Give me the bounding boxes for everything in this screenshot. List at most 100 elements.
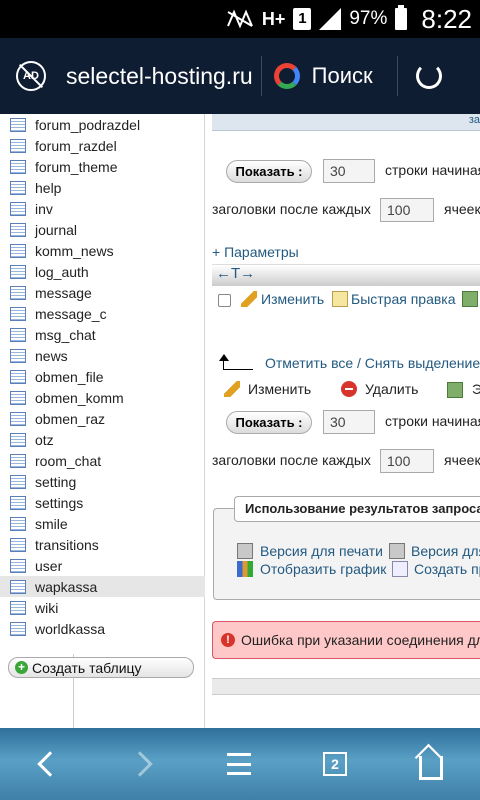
table-icon[interactable]	[10, 138, 26, 153]
home-button[interactable]	[391, 728, 471, 800]
table-icon[interactable]	[10, 117, 26, 132]
table-name[interactable]: wiki	[35, 600, 58, 616]
sidebar-table-log-auth[interactable]: log_auth	[0, 261, 205, 282]
headers-count-input-bottom[interactable]: 100	[380, 449, 434, 473]
sidebar-table-help[interactable]: help	[0, 177, 205, 198]
table-icon[interactable]	[10, 201, 26, 216]
table-icon[interactable]	[10, 390, 26, 405]
reload-icon[interactable]	[415, 63, 442, 89]
sidebar-table-setting[interactable]: setting	[0, 471, 205, 492]
tabs-button[interactable]: 2	[295, 728, 375, 800]
sidebar-table-inv[interactable]: inv	[0, 198, 205, 219]
table-icon[interactable]	[10, 264, 26, 279]
print-version-full-link[interactable]: Версия для	[411, 543, 480, 559]
sidebar-table-forum-theme[interactable]: forum_theme	[0, 156, 205, 177]
table-name[interactable]: forum_razdel	[35, 138, 117, 154]
sidebar-table-otz[interactable]: otz	[0, 429, 205, 450]
table-name[interactable]: setting	[35, 474, 76, 490]
table-name[interactable]: inv	[35, 201, 53, 217]
table-name[interactable]: transitions	[35, 537, 99, 553]
table-name[interactable]: help	[35, 180, 61, 196]
table-name[interactable]: log_auth	[35, 264, 89, 280]
copy-icon[interactable]	[462, 291, 478, 307]
search-field[interactable]: Поиск	[312, 63, 373, 89]
table-icon[interactable]	[10, 243, 26, 258]
sidebar-table-obmen-file[interactable]: obmen_file	[0, 366, 205, 387]
table-icon[interactable]	[10, 516, 26, 531]
top-link[interactable]: за	[469, 114, 480, 126]
table-name[interactable]: msg_chat	[35, 327, 96, 343]
check-all-link[interactable]: Отметить все / Снять выделение	[265, 355, 480, 371]
google-icon[interactable]	[273, 63, 300, 89]
column-resize-icon[interactable]: ←T→	[216, 265, 255, 282]
sidebar-table-user[interactable]: user	[0, 555, 205, 576]
sidebar-table-msg-chat[interactable]: msg_chat	[0, 324, 205, 345]
table-name[interactable]: komm_news	[35, 243, 114, 259]
sidebar-table-wapkassa[interactable]: wapkassa	[0, 576, 205, 597]
sidebar-table-message[interactable]: message	[0, 282, 205, 303]
table-icon[interactable]	[10, 285, 26, 300]
table-name[interactable]: message_c	[35, 306, 107, 322]
show-button-bottom[interactable]: Показать :	[226, 411, 312, 434]
row-checkbox[interactable]	[218, 294, 231, 307]
back-button[interactable]	[6, 728, 86, 800]
bulk-edit-button[interactable]: Изменить	[248, 381, 311, 397]
params-link[interactable]: + Параметры	[212, 244, 299, 260]
print-version-link[interactable]: Версия для печати	[260, 543, 383, 559]
table-icon[interactable]	[10, 600, 26, 615]
create-table-button[interactable]: + Создать таблицу	[8, 657, 194, 678]
table-icon[interactable]	[10, 453, 26, 468]
sidebar-table-komm-news[interactable]: komm_news	[0, 240, 205, 261]
sidebar-table-transitions[interactable]: transitions	[0, 534, 205, 555]
rows-count-input-bottom[interactable]: 30	[323, 410, 375, 434]
table-name[interactable]: obmen_file	[35, 369, 104, 385]
sidebar-table-obmen-raz[interactable]: obmen_raz	[0, 408, 205, 429]
table-name[interactable]: obmen_komm	[35, 390, 124, 406]
table-name[interactable]: forum_theme	[35, 159, 117, 175]
sidebar-table-worldkassa[interactable]: worldkassa	[0, 618, 205, 639]
table-icon[interactable]	[10, 495, 26, 510]
sidebar-table-message-c[interactable]: message_c	[0, 303, 205, 324]
address-bar[interactable]: selectel-hosting.ru	[66, 63, 253, 90]
table-icon[interactable]	[10, 327, 26, 342]
table-name[interactable]: obmen_raz	[35, 411, 105, 427]
table-icon[interactable]	[10, 621, 26, 636]
table-name[interactable]: worldkassa	[35, 621, 105, 637]
show-chart-link[interactable]: Отобразить график	[260, 561, 386, 577]
table-name[interactable]: user	[35, 558, 62, 574]
sidebar-table-settings[interactable]: settings	[0, 492, 205, 513]
rows-count-input[interactable]: 30	[323, 159, 375, 183]
table-icon[interactable]	[10, 537, 26, 552]
sidebar-table-obmen-komm[interactable]: obmen_komm	[0, 387, 205, 408]
table-icon[interactable]	[10, 579, 26, 594]
table-name[interactable]: otz	[35, 432, 54, 448]
sidebar-table-journal[interactable]: journal	[0, 219, 205, 240]
table-name[interactable]: message	[35, 285, 92, 301]
table-icon[interactable]	[10, 474, 26, 489]
sidebar-table-news[interactable]: news	[0, 345, 205, 366]
table-icon[interactable]	[10, 159, 26, 174]
table-icon[interactable]	[10, 222, 26, 237]
sidebar-table-smile[interactable]: smile	[0, 513, 205, 534]
table-name[interactable]: smile	[35, 516, 68, 532]
table-icon[interactable]	[10, 369, 26, 384]
row-edit-link[interactable]: Изменить	[261, 291, 324, 307]
adblock-icon[interactable]: AD	[16, 61, 46, 91]
table-icon[interactable]	[10, 432, 26, 447]
menu-button[interactable]	[199, 728, 279, 800]
table-icon[interactable]	[10, 558, 26, 573]
table-icon[interactable]	[10, 411, 26, 426]
sidebar-table-forum-razdel[interactable]: forum_razdel	[0, 135, 205, 156]
show-button[interactable]: Показать :	[226, 160, 312, 183]
table-name[interactable]: forum_podrazdel	[35, 117, 140, 133]
table-name[interactable]: room_chat	[35, 453, 101, 469]
sidebar-table-forum-podrazdel[interactable]: forum_podrazdel	[0, 114, 205, 135]
row-quick-edit-link[interactable]: Быстрая правка	[351, 291, 456, 307]
table-name[interactable]: journal	[35, 222, 77, 238]
table-icon[interactable]	[10, 306, 26, 321]
table-icon[interactable]	[10, 180, 26, 195]
sidebar-table-wiki[interactable]: wiki	[0, 597, 205, 618]
headers-count-input[interactable]: 100	[380, 198, 434, 222]
table-icon[interactable]	[10, 348, 26, 363]
bulk-export-button[interactable]: Э	[472, 381, 480, 397]
